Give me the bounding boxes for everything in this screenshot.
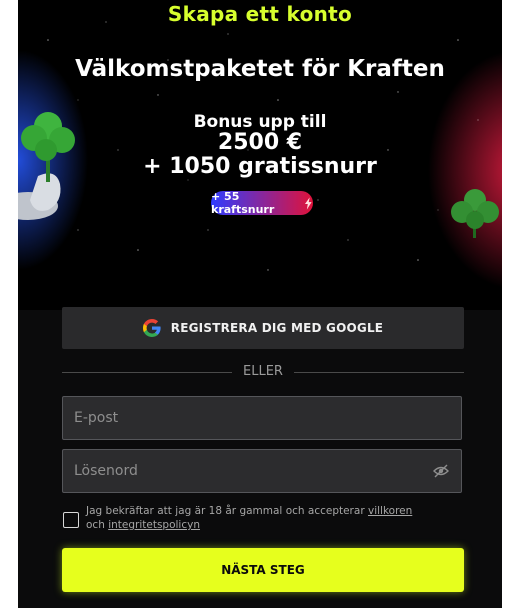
bonus-line-1: Bonus upp till: [193, 112, 327, 132]
google-icon: [142, 319, 161, 337]
consent-text-before: Jag bekräftar att jag är 18 år gammal oc…: [86, 505, 365, 517]
consent-text: Jag bekräftar att jag är 18 år gammal oc…: [86, 504, 426, 532]
kraftsnurr-badge: + 55 kraftsnurr: [211, 190, 313, 216]
privacy-policy-link[interactable]: integritetspolicyn: [108, 519, 200, 531]
next-step-label: NÄSTA STEG: [221, 563, 305, 577]
email-field[interactable]: E-post: [62, 396, 462, 440]
lightning-icon: [305, 196, 313, 210]
age-terms-checkbox[interactable]: [63, 512, 79, 528]
terms-link[interactable]: villkoren: [368, 505, 412, 517]
bonus-amount: 2500 €: [217, 130, 303, 155]
password-placeholder: Lösenord: [74, 463, 138, 479]
consent-text-middle: och: [86, 519, 105, 531]
email-placeholder: E-post: [74, 410, 119, 426]
eye-off-icon[interactable]: [433, 464, 449, 478]
page-title: Skapa ett konto: [167, 2, 353, 26]
next-step-button[interactable]: NÄSTA STEG: [62, 548, 464, 592]
welcome-banner: Skapa ett konto Välkomstpaketet för Kraf…: [18, 0, 502, 310]
google-signup-label: REGISTRERA DIG MED GOOGLE: [170, 321, 384, 335]
or-divider: ELLER: [62, 362, 464, 382]
banner-headline: Välkomstpaketet för Kraften: [75, 56, 445, 82]
clover-right-icon: [451, 189, 499, 238]
registration-panel: Skapa ett konto Välkomstpaketet för Kraf…: [18, 0, 502, 608]
password-field[interactable]: Lösenord: [62, 449, 462, 493]
kraftsnurr-badge-label: + 55 kraftsnurr: [211, 190, 275, 216]
or-label: ELLER: [243, 364, 283, 379]
google-signup-button[interactable]: REGISTRERA DIG MED GOOGLE: [62, 307, 464, 349]
bonus-free-spins: + 1050 gratissnurr: [143, 154, 377, 179]
